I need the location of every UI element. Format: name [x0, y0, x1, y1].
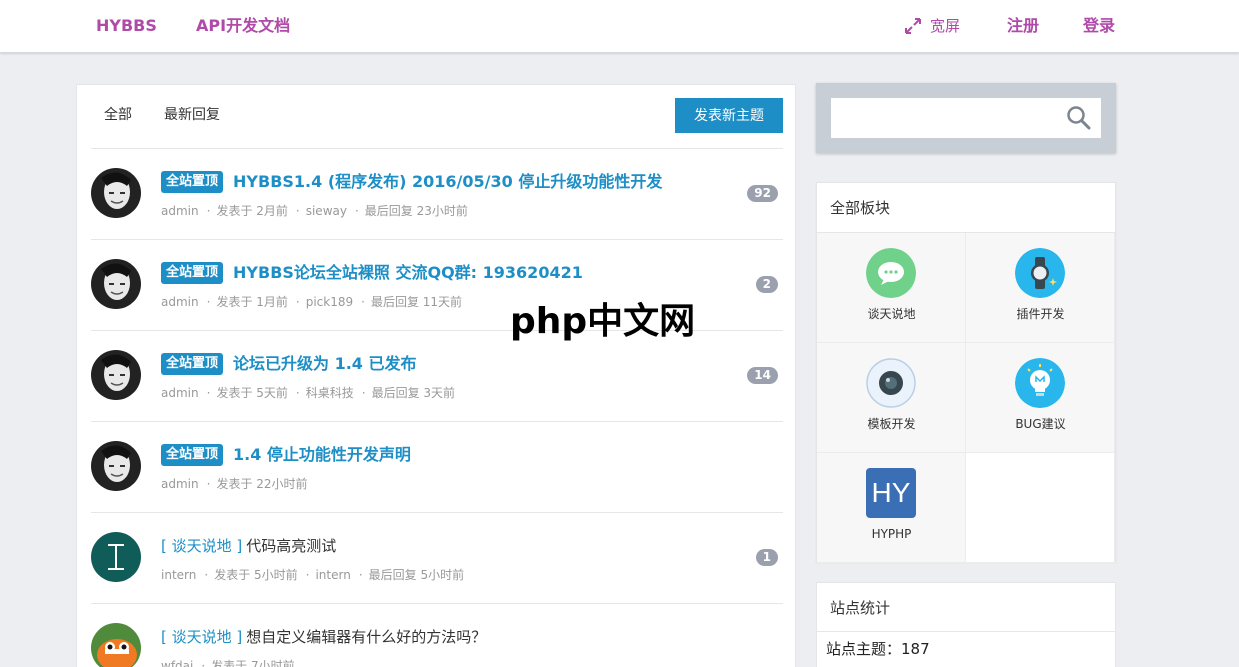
topic-last-user[interactable]: intern	[315, 568, 350, 582]
topic-posted: 发表于 5天前	[216, 386, 288, 400]
pinned-badge: 全站置顶	[161, 171, 224, 193]
tab-latest-reply[interactable]: 最新回复	[164, 105, 220, 125]
search-icon[interactable]	[1066, 105, 1092, 131]
topic-tabs: 全部 最新回复	[104, 105, 220, 125]
topic-title[interactable]: 论坛已升级为 1.4 已发布	[233, 353, 417, 375]
new-topic-button[interactable]: 发表新主题	[675, 98, 783, 133]
topic-last-reply: 最后回复 5小时前	[368, 568, 465, 582]
topic-meta: admin · 发表于 5天前 · 科桌科技 · 最后回复 3天前	[161, 386, 456, 400]
boards-title: 全部板块	[830, 199, 891, 217]
board-bug-suggest[interactable]: BUG建议	[966, 343, 1115, 453]
stats-title: 站点统计	[830, 599, 891, 617]
camera-lens-icon	[866, 358, 916, 408]
topic-posted: 发表于 5小时前	[214, 568, 298, 582]
lightbulb-icon	[1015, 358, 1065, 408]
board-label: HYPHP	[871, 527, 912, 541]
board-plugin-dev[interactable]: 插件开发	[966, 233, 1115, 343]
avatar[interactable]	[91, 441, 141, 491]
avatar[interactable]	[91, 532, 141, 582]
avatar[interactable]	[91, 259, 141, 309]
board-label: 模板开发	[867, 417, 916, 431]
board-empty-cell	[966, 453, 1115, 563]
topic-last-user[interactable]: sieway	[306, 204, 347, 218]
wide-screen-label: 宽屏	[930, 17, 961, 35]
topic-meta: wfdai · 发表于 7小时前	[161, 658, 295, 667]
board-label: 插件开发	[1016, 307, 1065, 321]
topic-author[interactable]: admin	[161, 295, 199, 309]
topic-title[interactable]: HYBBS1.4 (程序发布) 2016/05/30 停止升级功能性开发	[233, 171, 662, 193]
wide-screen-toggle[interactable]: 宽屏	[904, 15, 960, 37]
topic-meta: admin · 发表于 2月前 · sieway · 最后回复 23小时前	[161, 204, 468, 218]
search-panel	[816, 83, 1116, 153]
stats-divider	[817, 631, 1115, 632]
topic-posted: 发表于 7小时前	[211, 659, 295, 667]
topic-author[interactable]: intern	[161, 568, 196, 582]
topic-item[interactable]: 全站置顶 1.4 停止功能性开发声明 admin · 发表于 22小时前	[91, 422, 783, 513]
reply-count-badge: 92	[747, 185, 778, 202]
topic-author[interactable]: admin	[161, 386, 199, 400]
topic-category[interactable]: [ 谈天说地 ]	[161, 626, 242, 648]
boards-grid: 谈天说地 插件开发 模板开发 BUG建议 HY HYPHP	[817, 232, 1115, 563]
watermark-text: php中文网	[510, 301, 696, 342]
tab-all[interactable]: 全部	[104, 105, 132, 125]
topic-item[interactable]: [ 谈天说地 ] 想自定义编辑器有什么好的方法吗？ wfdai · 发表于 7小时前	[91, 604, 783, 667]
topic-item[interactable]: [ 谈天说地 ] 代码高亮测试 intern · 发表于 5小时前 · intern · 最…	[91, 513, 783, 604]
topic-meta: admin · 发表于 22小时前	[161, 477, 308, 491]
avatar[interactable]	[91, 168, 141, 218]
topic-item[interactable]: 全站置顶 论坛已升级为 1.4 已发布 admin · 发表于 5天前 · 科桌科技 · 最…	[91, 331, 783, 422]
login-link[interactable]: 登录	[1083, 15, 1115, 37]
search-input[interactable]	[831, 98, 1101, 138]
topic-last-reply: 最后回复 3天前	[371, 386, 456, 400]
topic-meta: admin · 发表于 1月前 · pick189 · 最后回复 11天前	[161, 295, 463, 309]
topic-posted: 发表于 22小时前	[216, 477, 308, 491]
topic-list-panel: 全部 最新回复 发表新主题 全站置顶 HYBBS1.4 (程序发布) 2016/…	[76, 84, 796, 667]
topic-title[interactable]: 想自定义编辑器有什么好的方法吗？	[246, 626, 486, 648]
register-link[interactable]: 注册	[1007, 15, 1039, 37]
pinned-badge: 全站置顶	[161, 444, 224, 466]
topic-category[interactable]: [ 谈天说地 ]	[161, 535, 242, 557]
topic-author[interactable]: wfdai	[161, 659, 193, 667]
reply-count-badge: 1	[755, 549, 778, 566]
hy-logo-icon: HY	[866, 468, 916, 518]
topic-meta: intern · 发表于 5小时前 · intern · 最后回复 5小时前	[161, 568, 465, 582]
expand-icon	[905, 18, 921, 34]
stats-topics: 站点主题：187	[826, 640, 930, 658]
topic-last-reply: 最后回复 23小时前	[364, 204, 468, 218]
site-stats-panel: 站点统计 站点主题：187	[816, 582, 1116, 667]
topic-posted: 发表于 1月前	[216, 295, 288, 309]
board-label: 谈天说地	[867, 307, 916, 321]
board-template-dev[interactable]: 模板开发	[817, 343, 966, 453]
pinned-badge: 全站置顶	[161, 353, 224, 375]
topic-title[interactable]: 代码高亮测试	[246, 535, 336, 557]
topic-last-reply: 最后回复 11天前	[370, 295, 463, 309]
topic-item[interactable]: 全站置顶 HYBBS1.4 (程序发布) 2016/05/30 停止升级功能性开…	[91, 149, 783, 240]
boards-panel: 全部板块 谈天说地 插件开发 模板开发 BUG建议 HY HYPHP	[816, 182, 1116, 563]
avatar[interactable]	[91, 623, 141, 667]
board-hyphp[interactable]: HY HYPHP	[817, 453, 966, 563]
board-label: BUG建议	[1015, 417, 1066, 431]
chat-bubble-icon	[866, 248, 916, 298]
reply-count-badge: 2	[755, 276, 778, 293]
reply-count-badge: 14	[747, 367, 778, 384]
top-navbar: HYBBS API开发文档 宽屏 注册 登录	[0, 0, 1239, 53]
pinned-badge: 全站置顶	[161, 262, 224, 284]
brand-link[interactable]: HYBBS	[96, 15, 157, 37]
topic-last-user[interactable]: 科桌科技	[306, 386, 354, 400]
watch-icon	[1015, 248, 1065, 298]
topic-posted: 发表于 2月前	[216, 204, 288, 218]
topic-last-user[interactable]: pick189	[306, 295, 353, 309]
topic-title[interactable]: 1.4 停止功能性开发声明	[233, 444, 411, 466]
api-docs-link[interactable]: API开发文档	[196, 15, 290, 37]
topic-author[interactable]: admin	[161, 204, 199, 218]
topic-title[interactable]: HYBBS论坛全站裸照 交流QQ群: 193620421	[233, 262, 583, 284]
topic-author[interactable]: admin	[161, 477, 199, 491]
board-chat[interactable]: 谈天说地	[817, 233, 966, 343]
avatar[interactable]	[91, 350, 141, 400]
